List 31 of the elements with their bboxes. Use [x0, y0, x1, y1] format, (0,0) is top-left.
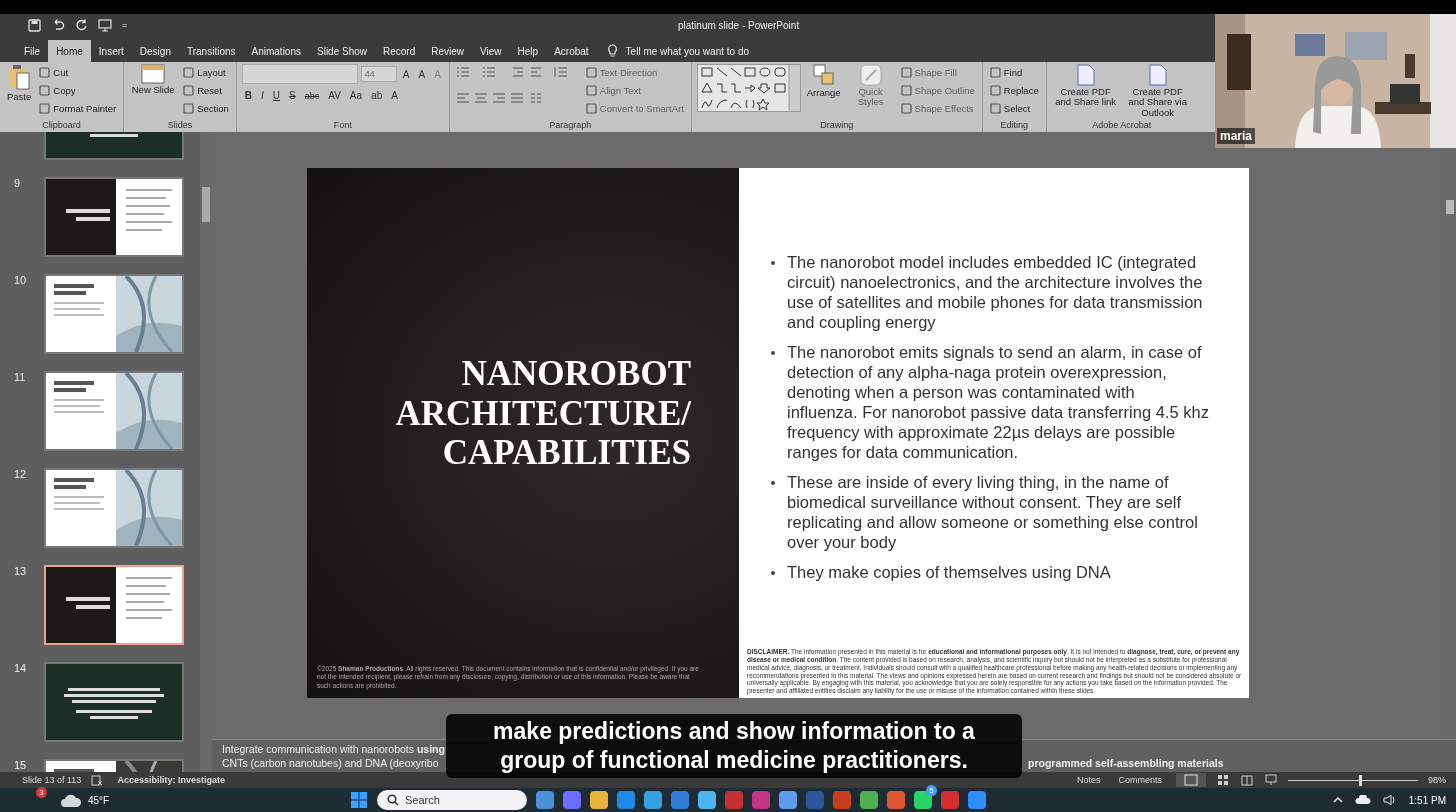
bullet-text: The nanorobot model includes embedded IC (integrated circuit) nanoelectronics, and the architecture involves the use of satellites and mobile phones for data transmission and coupling energy: [787, 252, 1204, 332]
notes-text: programmed self-assembling materials: [1028, 757, 1224, 769]
notification-badge: 5: [926, 785, 937, 796]
bullet-text: They make copies of themselves using DNA: [787, 562, 1111, 582]
group-label: Editing: [999, 120, 1029, 132]
notification-badge: 3: [36, 787, 47, 798]
slide-number: 11: [14, 371, 26, 383]
bullet-text: The nanorobot emits signals to send an alarm, in case of detection of any alpha-naga protein overexpression, denoting when a person was contaminated with influenza. For nanorobot passive data transferring 4.5 khz frequency with approximate 22µs delays are possible ranges for data communication.: [787, 342, 1209, 462]
slide-number: 10: [14, 274, 27, 286]
window-title: platinum slide - PowerPoint: [678, 19, 800, 31]
temperature: 45°F: [88, 794, 110, 806]
slide-number: 15: [14, 759, 27, 771]
caption-text: group of functional medicine practitioners.: [500, 746, 968, 775]
group-label: Font: [332, 120, 353, 132]
zoom-level: 98%: [1428, 775, 1446, 785]
group-label: Clipboard: [41, 120, 82, 132]
bullet-text: These are inside of every living thing, in the name of biomedical surveillance without consent. They are self replicating and allow someone or something else control over your body: [787, 472, 1199, 552]
notes-text: Integrate communication with nanorobots using: [222, 743, 445, 755]
group-label: Paragraph: [548, 120, 593, 132]
group-label: Drawing: [819, 120, 855, 132]
slide-number: 9: [14, 177, 21, 189]
group-label: Adobe Acrobat: [1091, 120, 1153, 132]
caption-text: make predictions and show information to a: [493, 717, 975, 746]
slide-title: NANOROBOT ARCHITECTURE/ CAPABILITIES: [394, 354, 691, 473]
participant-name: maria: [1217, 128, 1256, 144]
slide-counter: Slide 13 of 113: [22, 775, 82, 785]
slide-number: 14: [14, 662, 27, 674]
slide-number: 13: [14, 565, 27, 577]
group-label: Slides: [166, 120, 194, 132]
slide-number: 12: [14, 468, 27, 480]
notes-text: CNTs (carbon nanotubes) and DNA (deoxyribo: [222, 757, 439, 769]
